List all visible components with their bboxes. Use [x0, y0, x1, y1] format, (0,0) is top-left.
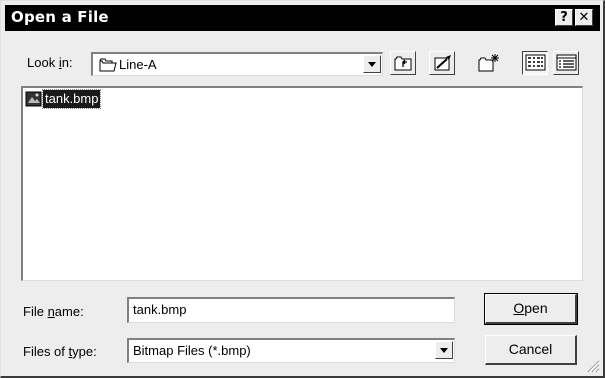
help-button[interactable]: ?: [555, 9, 573, 26]
file-name-input[interactable]: tank.bmp: [127, 297, 455, 323]
chevron-down-icon[interactable]: [435, 341, 453, 359]
file-name-value: tank.bmp: [133, 302, 187, 317]
file-type-label: Files of type:: [23, 344, 97, 359]
file-name: tank.bmp: [41, 89, 102, 109]
list-view-button[interactable]: [522, 51, 548, 75]
folder-icon: [99, 58, 117, 75]
look-in-label: Look in:: [27, 55, 73, 70]
open-file-dialog: Open a File ? ✕ Look in: Line-A tank.bmp…: [0, 0, 605, 378]
title-bar[interactable]: Open a File ? ✕: [5, 5, 600, 31]
open-button[interactable]: Open: [484, 293, 578, 325]
new-folder-button[interactable]: [475, 51, 501, 75]
file-list[interactable]: tank.bmp: [21, 86, 583, 281]
dialog-title: Open a File: [11, 8, 109, 26]
file-type-dropdown[interactable]: Bitmap Files (*.bmp): [127, 338, 455, 363]
file-name-label: File name:: [23, 304, 84, 319]
bitmap-file-icon: [25, 91, 43, 107]
file-type-value: Bitmap Files (*.bmp): [133, 343, 251, 358]
look-in-value: Line-A: [119, 57, 157, 72]
resize-grip-icon[interactable]: [587, 360, 600, 373]
close-button[interactable]: ✕: [575, 9, 593, 26]
desktop-button[interactable]: [429, 51, 455, 75]
up-one-level-button[interactable]: [390, 51, 416, 75]
cancel-button[interactable]: Cancel: [485, 335, 577, 365]
chevron-down-icon[interactable]: [363, 55, 381, 73]
details-view-button[interactable]: [553, 51, 579, 75]
look-in-dropdown[interactable]: Line-A: [91, 52, 383, 76]
